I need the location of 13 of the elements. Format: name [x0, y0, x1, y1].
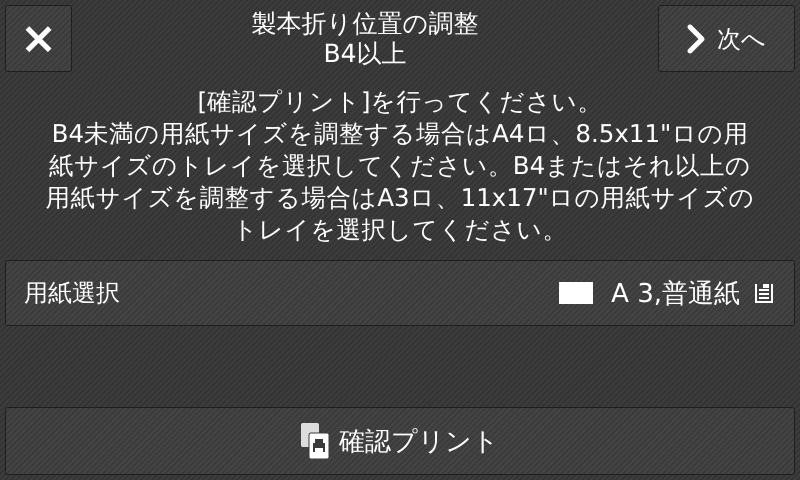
paper-select-row[interactable]: 用紙選択 A 3,普通紙 — [5, 260, 795, 326]
close-button[interactable]: × — [5, 5, 72, 72]
next-button[interactable]: 次へ — [658, 5, 795, 72]
screen-subtitle: B4以上 — [323, 39, 407, 69]
chevron-icon — [687, 24, 705, 54]
screen-title: 製本折り位置の調整 — [252, 9, 478, 39]
paper-swatch-icon — [559, 282, 594, 304]
paper-select-label: 用紙選択 — [24, 278, 121, 309]
tray-icon — [754, 282, 774, 304]
instruction-text: [確認プリント]を行ってください。 B4未満の用紙サイズを調整する場合はA4ロ、8.5x11"ロの用 紙サイズのトレイを選択してください。B4またはそれ以上の 用紙サイズを調整する場合はA3ロ、11x17"ロの用紙サイズの トレイを選択してください。 — [44, 86, 756, 246]
paper-value: A 3,普通紙 — [611, 278, 740, 310]
sample-print-button[interactable]: 確認プリント — [5, 407, 795, 475]
printer-icon — [301, 423, 329, 459]
